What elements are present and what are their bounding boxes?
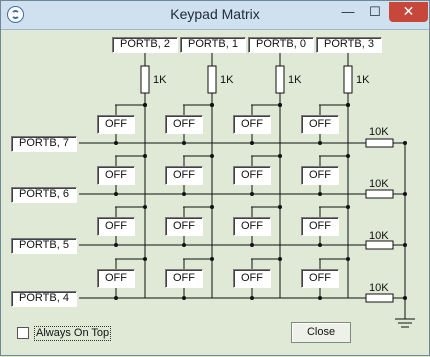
key-r2-c3[interactable]: OFF [233,166,271,185]
key-r2-c1[interactable]: OFF [97,166,135,185]
key-r1-c3[interactable]: OFF [233,115,271,134]
row-port-label-4: PORTB, 4 [11,291,77,307]
row-resistor-label-2: 10K [369,178,389,190]
column-port-label-1: PORTB, 2 [112,37,178,53]
key-r2-c2[interactable]: OFF [165,166,203,185]
row-resistor-label-4: 10K [369,282,389,294]
key-r4-c3[interactable]: OFF [233,269,271,288]
key-r3-c1[interactable]: OFF [97,217,135,236]
key-r3-c3[interactable]: OFF [233,217,271,236]
always-on-top-label[interactable]: Always On Top [34,326,112,341]
key-r4-c4[interactable]: OFF [301,269,339,288]
column-resistor-label-3: 1K [288,74,302,86]
key-r4-c1[interactable]: OFF [97,269,135,288]
column-resistor-label-4: 1K [356,74,370,86]
key-r3-c2[interactable]: OFF [165,217,203,236]
row-resistor-label-3: 10K [369,230,389,242]
row-port-label-1: PORTB, 7 [11,136,77,152]
column-resistor-label-2: 1K [220,74,234,86]
key-r1-c4[interactable]: OFF [301,115,339,134]
row-port-label-3: PORTB, 5 [11,238,77,254]
always-on-top-checkbox[interactable] [17,327,29,339]
column-resistor-label-1: 1K [153,74,167,86]
column-port-label-3: PORTB, 0 [248,37,314,53]
key-r1-c2[interactable]: OFF [165,115,203,134]
row-port-label-2: PORTB, 6 [11,187,77,203]
close-button[interactable]: Close [291,322,351,343]
keypad-matrix-window: Keypad Matrix — ☐ ✕ PORTB, 2 PORTB, 1 PO… [0,0,430,356]
row-resistor-label-1: 10K [369,126,389,138]
key-r1-c1[interactable]: OFF [97,115,135,134]
key-r3-c4[interactable]: OFF [301,217,339,236]
column-port-label-4: PORTB, 3 [316,37,382,53]
column-port-label-2: PORTB, 1 [180,37,246,53]
key-r4-c2[interactable]: OFF [165,269,203,288]
key-r2-c4[interactable]: OFF [301,166,339,185]
